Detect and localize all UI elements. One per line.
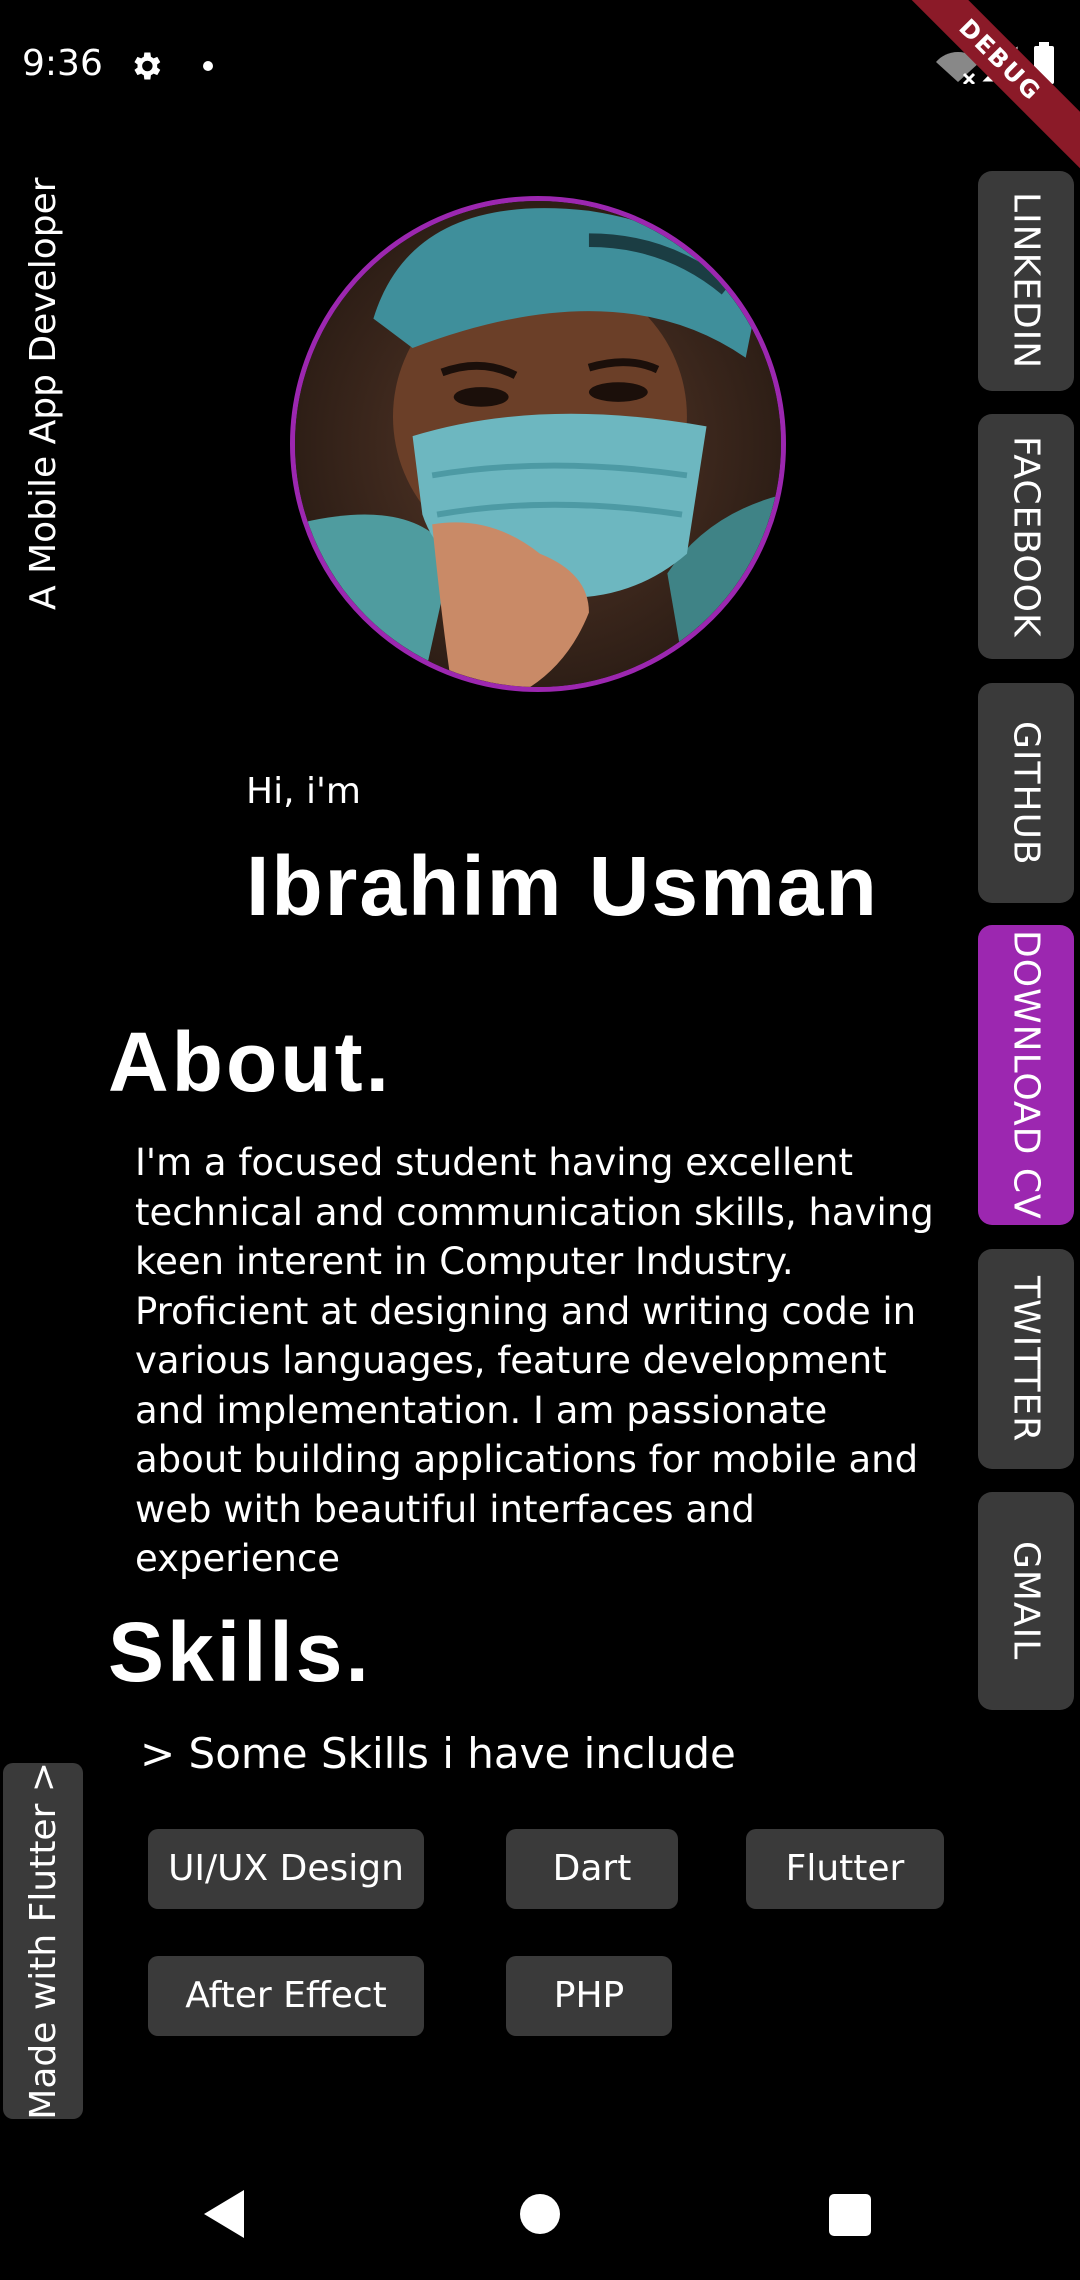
twitter-label: TWITTER <box>1005 1275 1047 1443</box>
avatar-photo <box>295 201 781 687</box>
about-heading: About. <box>108 1015 392 1109</box>
skill-chip[interactable]: Dart <box>506 1829 678 1909</box>
linkedin-button[interactable]: LINKEDIN <box>978 171 1074 391</box>
download-cv-button[interactable]: DOWNLOAD CV <box>978 925 1074 1225</box>
download-cv-label: DOWNLOAD CV <box>1005 930 1047 1220</box>
tagline-vertical: A Mobile App Developer <box>23 177 64 610</box>
gmail-button[interactable]: GMAIL <box>978 1492 1074 1710</box>
facebook-button[interactable]: FACEBOOK <box>978 414 1074 659</box>
app-screen: 9:36 DEBUG A Mobile App Developer Hi, i'… <box>0 0 1080 2280</box>
github-button[interactable]: GITHUB <box>978 683 1074 903</box>
skill-chip[interactable]: UI/UX Design <box>148 1829 424 1909</box>
skill-chip[interactable]: PHP <box>506 1956 672 2036</box>
status-time: 9:36 <box>22 43 103 84</box>
skill-chip[interactable]: After Effect <box>148 1956 424 2036</box>
made-with-flutter-button[interactable]: Made with Flutter > <box>3 1762 83 2120</box>
profile-name: Ibrahim Usman <box>246 839 879 933</box>
gmail-label: GMAIL <box>1005 1541 1047 1661</box>
back-icon[interactable] <box>200 2188 248 2240</box>
skills-intro: > Some Skills i have include <box>140 1729 736 1778</box>
skills-heading: Skills. <box>108 1605 372 1699</box>
greeting-text: Hi, i'm <box>246 771 361 812</box>
skill-chip[interactable]: Flutter <box>746 1829 944 1909</box>
about-paragraph: I'm a focused student having excellent t… <box>135 1141 934 1580</box>
github-label: GITHUB <box>1005 720 1047 866</box>
made-with-flutter-label: Made with Flutter > <box>22 1762 64 2120</box>
linkedin-label: LINKEDIN <box>1005 192 1047 370</box>
avatar <box>290 196 786 692</box>
home-icon[interactable] <box>520 2194 560 2234</box>
notification-dot-icon <box>203 61 213 71</box>
gear-icon <box>134 52 161 80</box>
debug-banner: DEBUG <box>886 0 1080 174</box>
recents-icon[interactable] <box>829 2194 871 2236</box>
twitter-button[interactable]: TWITTER <box>978 1249 1074 1469</box>
facebook-label: FACEBOOK <box>1005 435 1047 638</box>
